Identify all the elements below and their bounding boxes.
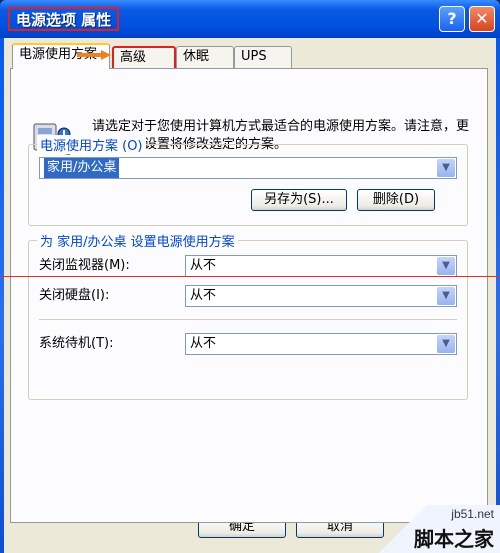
monitor-off-label: 关闭监视器(M):	[39, 258, 130, 273]
power-scheme-select[interactable]: 家用/办公桌 ▼	[39, 157, 457, 179]
delete-button[interactable]: 删除(D)	[357, 189, 435, 211]
chevron-down-icon[interactable]: ▼	[437, 159, 455, 177]
power-scheme-legend: 电源使用方案 (O)	[37, 135, 146, 154]
close-button[interactable]: ✕	[469, 6, 495, 32]
divider	[39, 319, 457, 320]
help-button[interactable]: ?	[439, 6, 465, 32]
system-standby-value: 从不	[190, 336, 217, 351]
monitor-off-value: 从不	[190, 258, 217, 273]
tab-ups[interactable]: UPS	[234, 46, 292, 68]
tab-hibernate[interactable]: 休眠	[176, 46, 234, 68]
window-title: 电源选项 属性	[8, 7, 120, 31]
title-bar[interactable]: 电源选项 属性 ? ✕	[0, 0, 500, 38]
hard-disk-off-label: 关闭硬盘(I):	[39, 288, 110, 303]
watermark: jb51.net 脚本之家	[360, 505, 500, 553]
system-standby-select[interactable]: 从不 ▼	[185, 333, 457, 355]
watermark-name: 脚本之家	[414, 527, 494, 551]
chevron-down-icon[interactable]: ▼	[437, 335, 455, 353]
hard-disk-off-select[interactable]: 从不 ▼	[185, 285, 457, 307]
tab-advanced[interactable]: 高级	[112, 46, 176, 68]
scheme-settings-group: 为 家用/办公桌 设置电源使用方案 关闭监视器(M): 从不 ▼ 关闭硬盘(I)…	[28, 231, 468, 400]
save-as-button[interactable]: 另存为(S)...	[251, 189, 347, 211]
chevron-down-icon[interactable]: ▼	[437, 257, 455, 275]
hard-disk-off-value: 从不	[190, 288, 217, 303]
power-scheme-value: 家用/办公桌	[44, 158, 120, 178]
scheme-settings-legend: 为 家用/办公桌 设置电源使用方案	[37, 231, 238, 250]
watermark-site: jb51.net	[451, 507, 494, 521]
annotation-line	[0, 276, 500, 277]
system-standby-label: 系统待机(T):	[39, 336, 114, 351]
annotation-arrow-icon	[77, 50, 111, 60]
chevron-down-icon[interactable]: ▼	[437, 287, 455, 305]
monitor-off-select[interactable]: 从不 ▼	[185, 255, 457, 277]
power-scheme-group: 电源使用方案 (O) 家用/办公桌 ▼ 另存为(S)... 删除(D)	[28, 135, 468, 226]
